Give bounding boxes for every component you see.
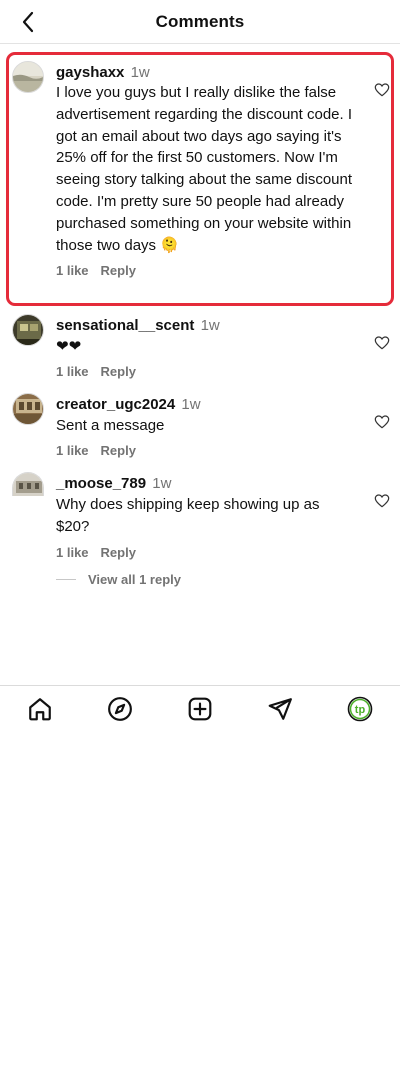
view-replies-label: View all 1 reply xyxy=(88,572,181,587)
heart-icon[interactable] xyxy=(374,414,390,430)
comment-text: Sent a message xyxy=(56,417,165,434)
tab-home[interactable] xyxy=(20,689,60,729)
view-replies-button[interactable]: View all 1 reply xyxy=(56,572,181,587)
tab-create[interactable] xyxy=(180,689,220,729)
reply-button[interactable]: Reply xyxy=(101,364,136,379)
heart-icon[interactable] xyxy=(374,493,390,509)
avatar[interactable] xyxy=(12,61,44,93)
comment-time: 1w xyxy=(130,64,150,81)
comment-item: _moose_789 1w Why does shipping keep sho… xyxy=(0,472,400,562)
comment-text: ❤❤ xyxy=(56,338,82,355)
comment-time: 1w xyxy=(152,475,172,492)
create-icon xyxy=(188,697,212,720)
reply-button[interactable]: Reply xyxy=(101,443,136,458)
back-button[interactable] xyxy=(14,8,42,36)
like-count[interactable]: 1 like xyxy=(56,545,89,560)
like-count[interactable]: 1 like xyxy=(56,263,89,278)
comment-item: gayshaxx 1w I love you guys but I really… xyxy=(0,60,400,305)
avatar[interactable] xyxy=(12,393,44,425)
header: Comments xyxy=(0,0,400,44)
avatar[interactable] xyxy=(12,472,44,496)
page-title: Comments xyxy=(155,11,245,31)
like-count[interactable]: 1 like xyxy=(56,443,89,458)
heart-icon[interactable] xyxy=(374,335,390,351)
explore-icon xyxy=(108,696,132,721)
reply-button[interactable]: Reply xyxy=(101,545,136,560)
bottom-nav: tp xyxy=(0,685,400,731)
avatar[interactable] xyxy=(12,314,44,346)
comment-time: 1w xyxy=(181,396,201,413)
reply-button[interactable]: Reply xyxy=(101,263,136,278)
comment-text: Why does shipping keep showing up as $20… xyxy=(56,496,320,535)
tab-direct[interactable] xyxy=(260,689,300,729)
divider xyxy=(56,579,76,580)
tab-explore[interactable] xyxy=(100,689,140,729)
home-icon xyxy=(29,697,51,720)
comment-item: sensational__scent 1w ❤❤ 1 like Reply xyxy=(0,314,400,382)
comment-username[interactable]: creator_ugc2024 xyxy=(56,396,175,413)
comment-time: 1w xyxy=(200,317,220,334)
comment-username[interactable]: gayshaxx xyxy=(56,64,124,81)
comment-username[interactable]: sensational__scent xyxy=(56,317,194,334)
heart-icon[interactable] xyxy=(374,82,390,98)
chevron-left-icon xyxy=(22,11,34,33)
profile-icon: tp xyxy=(347,696,373,721)
like-count[interactable]: 1 like xyxy=(56,364,89,379)
comment-username[interactable]: _moose_789 xyxy=(56,475,146,492)
comment-item: creator_ugc2024 1w Sent a message 1 like… xyxy=(0,393,400,461)
tab-profile[interactable]: tp xyxy=(340,689,380,729)
comment-text: I love you guys but I really dislike the… xyxy=(56,84,353,254)
direct-icon xyxy=(268,697,292,720)
profile-initials: tp xyxy=(355,704,366,716)
